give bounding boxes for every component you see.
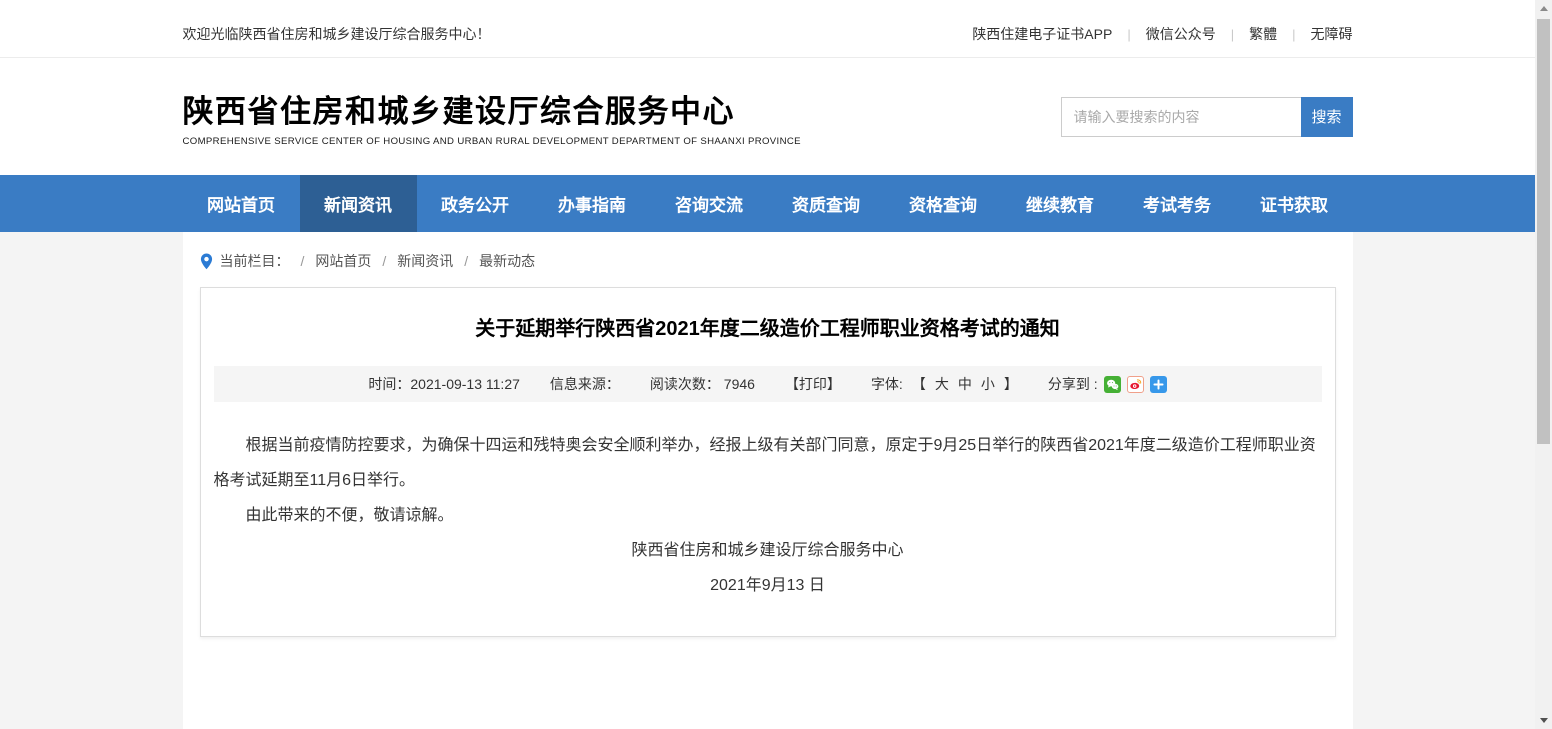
article-signature: 陕西省住房和城乡建设厅综合服务中心 [214, 533, 1322, 568]
site-header: 陕西省住房和城乡建设厅综合服务中心 COMPREHENSIVE SERVICE … [0, 58, 1535, 175]
welcome-text: 欢迎光临陕西省住房和城乡建设厅综合服务中心！ [183, 24, 491, 44]
page: 欢迎光临陕西省住房和城乡建设厅综合服务中心！ 陕西住建电子证书APP | 微信公… [0, 0, 1535, 729]
meta-views-value: 7946 [724, 376, 755, 392]
content-column: 当前栏目： / 网站首页 / 新闻资讯 / 最新动态 关于延期举行陕西省2021… [183, 232, 1353, 729]
nav-item-qualification-query[interactable]: 资质查询 [768, 175, 885, 232]
search-bar: 搜索 [1061, 97, 1353, 137]
scroll-up-button[interactable] [1535, 0, 1552, 17]
scroll-down-button[interactable] [1535, 712, 1552, 729]
breadcrumb-item-latest[interactable]: 最新动态 [479, 251, 535, 271]
nav-item-credential-query[interactable]: 资格查询 [885, 175, 1002, 232]
breadcrumb: 当前栏目： / 网站首页 / 新闻资讯 / 最新动态 [200, 251, 1336, 271]
meta-time-value: 2021-09-13 11:27 [410, 376, 520, 392]
site-title: 陕西省住房和城乡建设厅综合服务中心 [183, 86, 801, 131]
share-bar: 分享到 : [1048, 374, 1167, 394]
share-label: 分享到 : [1048, 374, 1098, 394]
meta-views-label: 阅读次数： [650, 376, 720, 392]
article-title: 关于延期举行陕西省2021年度二级造价工程师职业资格考试的通知 [214, 315, 1322, 343]
top-link-certificate-app[interactable]: 陕西住建电子证书APP [972, 24, 1112, 44]
article-paragraph: 根据当前疫情防控要求，为确保十四运和残特奥会安全顺利举办，经报上级有关部门同意，… [214, 428, 1322, 498]
nav-item-gov-affairs[interactable]: 政务公开 [417, 175, 534, 232]
search-input[interactable] [1061, 97, 1301, 137]
font-bracket-close: 】 [1004, 374, 1018, 394]
breadcrumb-item-home[interactable]: 网站首页 [315, 251, 371, 271]
main-nav: 网站首页 新闻资讯 政务公开 办事指南 咨询交流 资质查询 资格查询 继续教育 … [0, 175, 1535, 232]
breadcrumb-item-news[interactable]: 新闻资讯 [397, 251, 453, 271]
scroll-down-arrow-icon [1540, 718, 1548, 723]
nav-item-exam-affairs[interactable]: 考试考务 [1119, 175, 1236, 232]
search-button[interactable]: 搜索 [1301, 97, 1353, 137]
meta-source-label: 信息来源： [550, 376, 620, 392]
article-date: 2021年9月13 日 [214, 568, 1322, 603]
weibo-share-icon[interactable] [1127, 376, 1144, 393]
nav-item-home[interactable]: 网站首页 [183, 175, 300, 232]
top-link-traditional-chinese[interactable]: 繁體 [1249, 24, 1277, 44]
top-link-separator: | [1231, 27, 1234, 42]
site-logo: 陕西省住房和城乡建设厅综合服务中心 COMPREHENSIVE SERVICE … [183, 86, 801, 147]
nav-item-continuing-education[interactable]: 继续教育 [1002, 175, 1119, 232]
font-bracket-open: 【 [912, 374, 926, 394]
location-pin-icon [200, 253, 213, 270]
font-size-control: 字体: 【 大 中 小 】 [871, 374, 1018, 394]
breadcrumb-label: 当前栏目： [220, 251, 290, 271]
top-link-separator: | [1292, 27, 1295, 42]
top-links: 陕西住建电子证书APP | 微信公众号 | 繁體 | 无障碍 [972, 24, 1352, 44]
top-link-separator: | [1127, 27, 1130, 42]
font-size-large-button[interactable]: 大 [935, 374, 949, 394]
content-area: 当前栏目： / 网站首页 / 新闻资讯 / 最新动态 关于延期举行陕西省2021… [0, 232, 1535, 729]
font-control-label: 字体: [871, 374, 903, 394]
nav-item-consultation[interactable]: 咨询交流 [651, 175, 768, 232]
article-body: 根据当前疫情防控要求，为确保十四运和残特奥会安全顺利举办，经报上级有关部门同意，… [214, 428, 1322, 603]
font-size-small-button[interactable]: 小 [981, 374, 995, 394]
meta-time-label: 时间： [368, 376, 410, 392]
meta-views: 阅读次数： 7946 [650, 374, 755, 394]
nav-item-service-guide[interactable]: 办事指南 [534, 175, 651, 232]
article-paragraph: 由此带来的不便，敬请谅解。 [214, 498, 1322, 533]
nav-item-certificate-obtain[interactable]: 证书获取 [1236, 175, 1353, 232]
nav-item-news[interactable]: 新闻资讯 [300, 175, 417, 232]
scroll-up-arrow-icon [1540, 6, 1548, 11]
article-meta-bar: 时间：2021-09-13 11:27 信息来源： 阅读次数： 7946 【打印… [214, 366, 1322, 402]
meta-source: 信息来源： [550, 374, 620, 394]
site-subtitle-english: COMPREHENSIVE SERVICE CENTER OF HOUSING … [183, 136, 801, 147]
breadcrumb-separator: / [301, 253, 305, 269]
scrollbar[interactable] [1535, 0, 1552, 729]
top-link-wechat-official[interactable]: 微信公众号 [1146, 24, 1216, 44]
top-utility-bar: 欢迎光临陕西省住房和城乡建设厅综合服务中心！ 陕西住建电子证书APP | 微信公… [0, 0, 1535, 58]
top-link-accessibility[interactable]: 无障碍 [1311, 24, 1353, 44]
breadcrumb-separator: / [382, 253, 386, 269]
more-share-icon[interactable] [1150, 376, 1167, 393]
print-button[interactable]: 【打印】 [785, 374, 841, 394]
font-size-medium-button[interactable]: 中 [958, 374, 972, 394]
meta-time: 时间：2021-09-13 11:27 [368, 374, 520, 394]
breadcrumb-separator: / [464, 253, 468, 269]
scrollbar-thumb[interactable] [1537, 19, 1550, 444]
article-box: 关于延期举行陕西省2021年度二级造价工程师职业资格考试的通知 时间：2021-… [200, 287, 1336, 637]
wechat-share-icon[interactable] [1104, 376, 1121, 393]
